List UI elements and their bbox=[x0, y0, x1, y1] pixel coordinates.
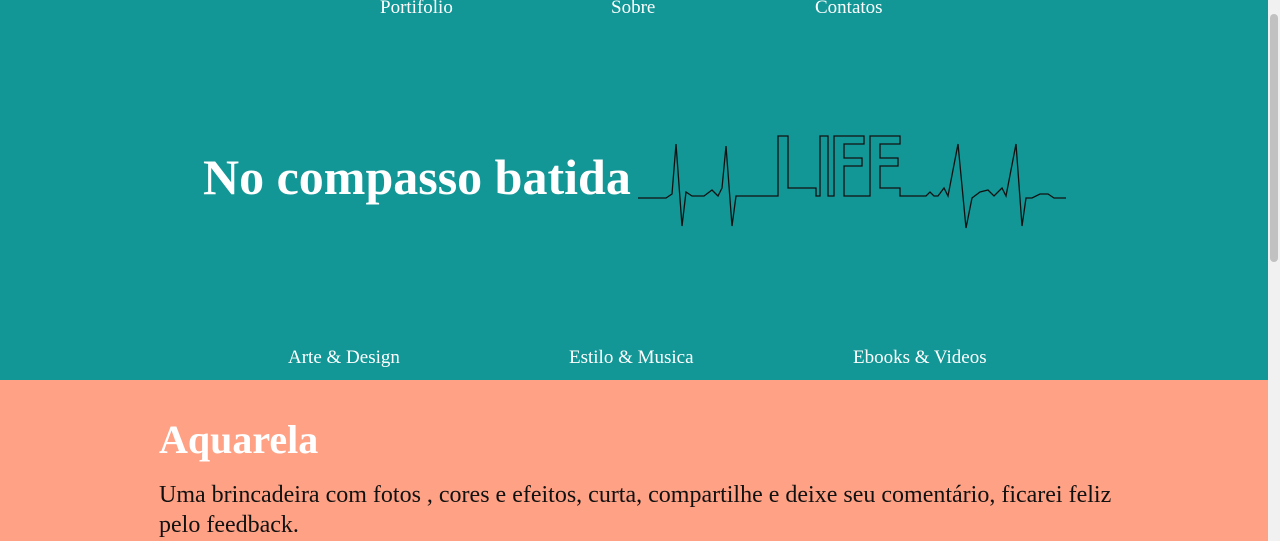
page-scrollbar[interactable] bbox=[1268, 0, 1280, 541]
nav-link-contacts[interactable]: Contatos bbox=[815, 0, 883, 17]
nav-link-portfolio[interactable]: Portifolio bbox=[380, 0, 453, 17]
category-link-art-design[interactable]: Arte & Design bbox=[288, 348, 400, 367]
hero-banner: Portifolio Sobre Contatos No compasso ba… bbox=[0, 0, 1268, 380]
heartbeat-life-icon bbox=[638, 135, 1066, 229]
category-link-style-music[interactable]: Estilo & Musica bbox=[569, 348, 694, 367]
nav-link-about[interactable]: Sobre bbox=[611, 0, 655, 17]
category-link-ebooks-videos[interactable]: Ebooks & Videos bbox=[853, 348, 987, 367]
hero-title: No compasso batida bbox=[203, 149, 631, 205]
article-title: Aquarela bbox=[159, 417, 319, 462]
scrollbar-thumb[interactable] bbox=[1270, 14, 1278, 262]
article-body: Uma brincadeira com fotos , cores e efei… bbox=[159, 482, 1112, 538]
